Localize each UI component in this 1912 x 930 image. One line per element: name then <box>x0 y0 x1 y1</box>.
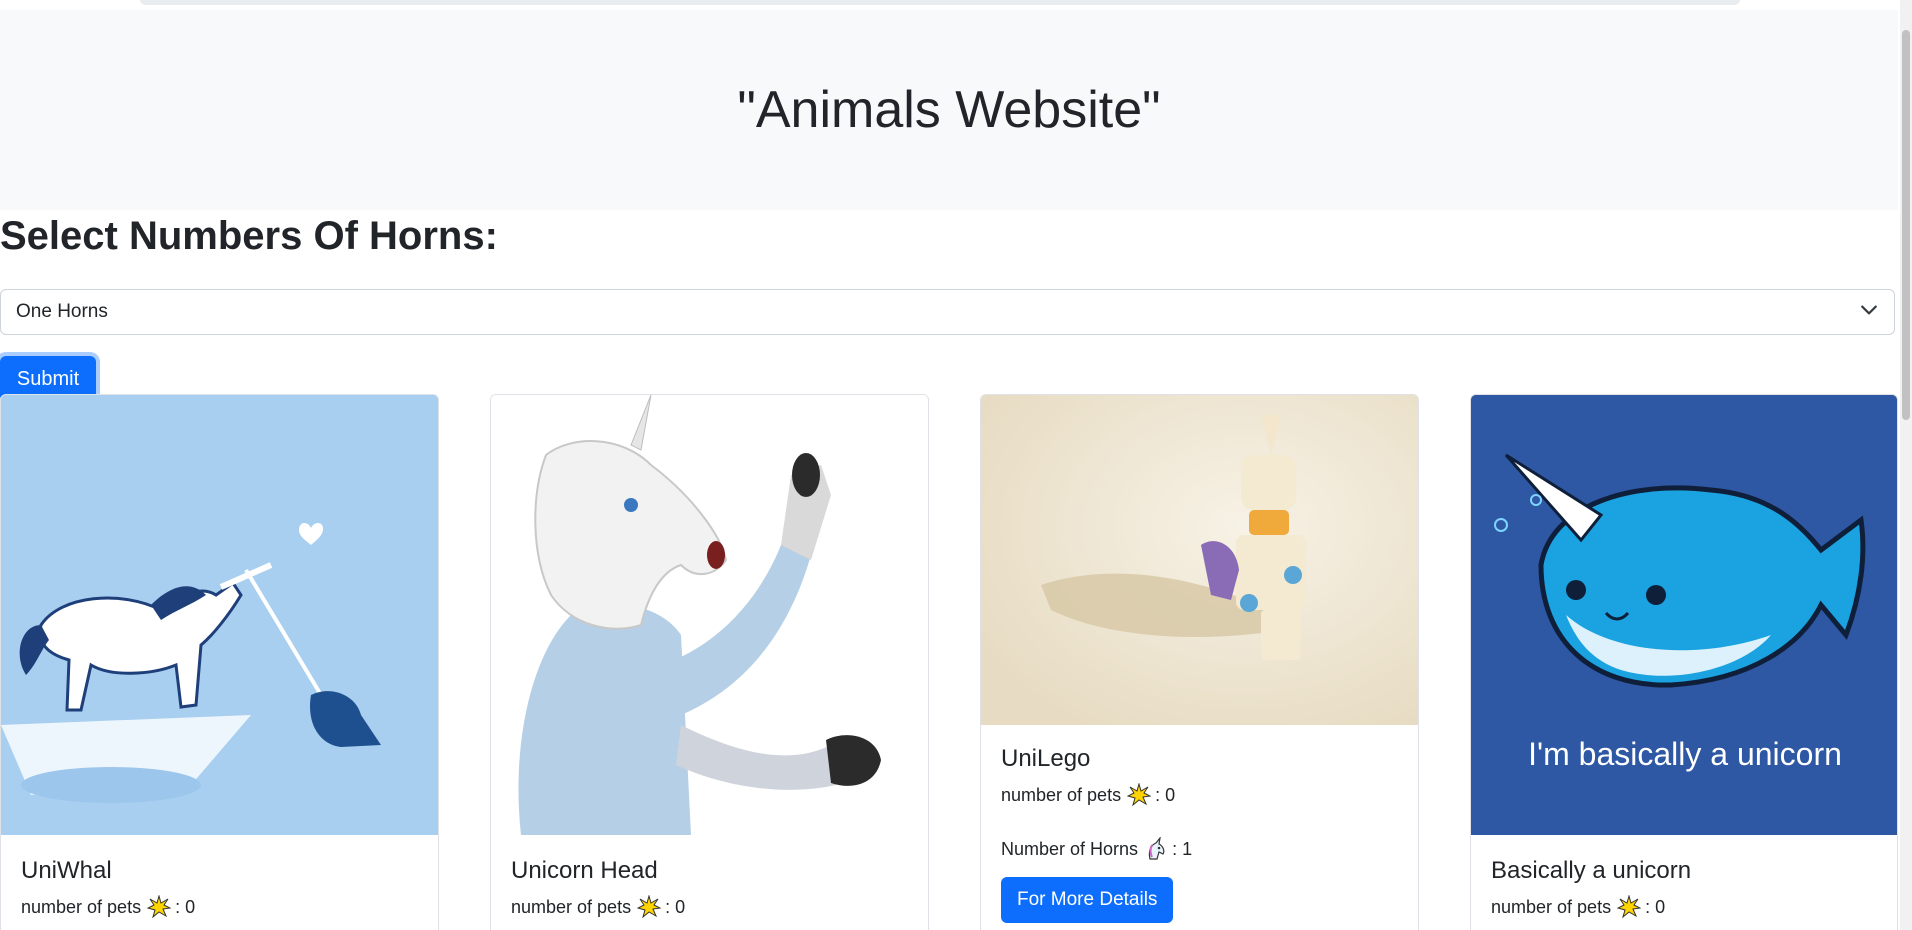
pets-value: : 0 <box>1155 784 1176 805</box>
page: "Animals Website" Select Numbers Of Horn… <box>0 10 1898 930</box>
pets-label: number of pets <box>1001 784 1122 805</box>
card-horns: Number of Horns : 1 <box>1001 835 1398 861</box>
chevron-down-icon <box>1860 301 1878 325</box>
card-pets: number of pets : 0 <box>1001 782 1398 807</box>
card-pets: number of pets : 0 <box>21 894 418 919</box>
pets-label: number of pets <box>1491 896 1612 917</box>
unicorn-face-icon <box>1144 835 1168 861</box>
pets-value: : 0 <box>665 896 686 917</box>
card-image-basically-a-unicorn[interactable]: I'm basically a unicorn <box>1471 395 1897 835</box>
card-title: Unicorn Head <box>511 857 658 884</box>
scrollbar-thumb[interactable] <box>1902 30 1910 420</box>
browser-top-strip <box>0 0 1900 10</box>
sparkle-burst-icon <box>636 894 662 919</box>
address-bar-edge <box>140 0 1740 5</box>
horns-value: : 1 <box>1172 838 1193 859</box>
pets-label: number of pets <box>21 896 142 917</box>
image-caption: I'm basically a unicorn <box>1528 736 1842 772</box>
vertical-scrollbar[interactable] <box>1900 0 1912 930</box>
horns-select[interactable]: One Horns <box>0 289 1895 335</box>
animal-card: I'm basically a unicorn Basically a unic… <box>1470 394 1898 930</box>
sparkle-burst-icon <box>146 894 172 919</box>
pets-label: number of pets <box>511 896 632 917</box>
pets-value: : 0 <box>175 896 196 917</box>
horns-select-value: One Horns <box>16 301 108 322</box>
sparkle-burst-icon <box>1616 894 1642 919</box>
animal-card: UniLego number of pets : 0 Number of Hor… <box>980 394 1419 930</box>
card-title: UniWhal <box>21 857 112 884</box>
card-pets: number of pets : 0 <box>1491 894 1877 919</box>
filter-title: Select Numbers Of Horns: <box>0 214 498 258</box>
horns-label: Number of Horns <box>1001 838 1139 859</box>
sparkle-burst-icon <box>1126 782 1152 807</box>
more-details-button[interactable]: For More Details <box>1001 877 1174 923</box>
card-pets: number of pets : 0 <box>511 894 908 919</box>
animal-card: UniWhal number of pets : 0 <box>0 394 439 930</box>
card-image-unilego[interactable] <box>981 395 1418 725</box>
page-header: "Animals Website" <box>0 10 1898 210</box>
card-title: UniLego <box>1001 745 1091 772</box>
animal-card: Unicorn Head number of pets : 0 <box>490 394 929 930</box>
page-title: "Animals Website" <box>737 81 1161 139</box>
card-image-unicorn-head[interactable] <box>491 395 928 835</box>
card-title: Basically a unicorn <box>1491 857 1692 884</box>
card-image-uniwhal[interactable] <box>1 395 438 835</box>
pets-value: : 0 <box>1645 896 1666 917</box>
